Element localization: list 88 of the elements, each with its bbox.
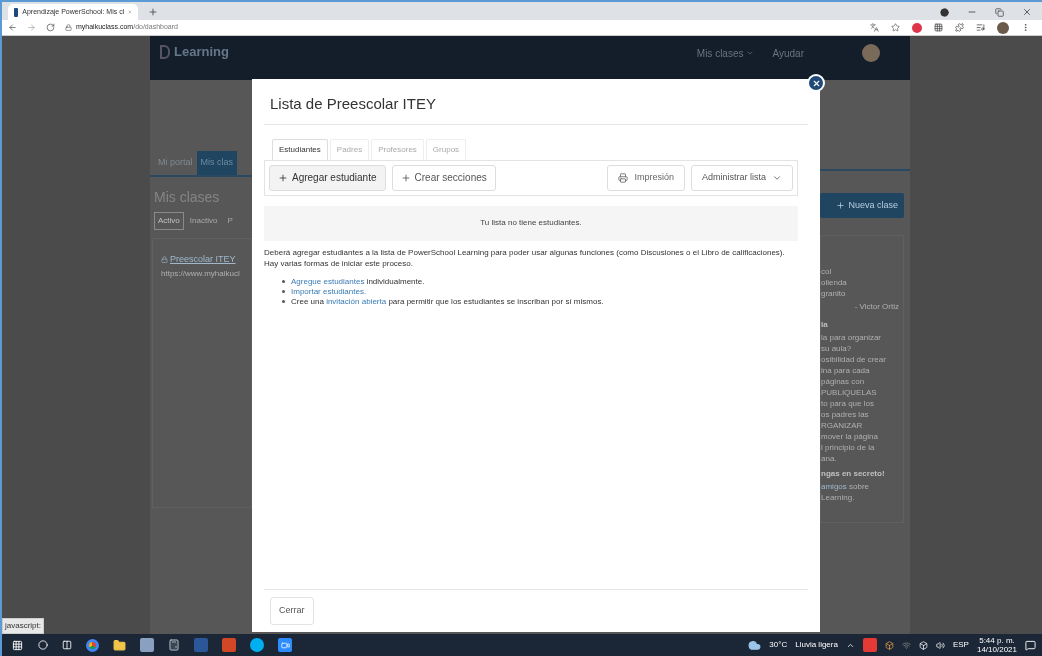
card-text: os padres las: [821, 409, 870, 420]
avatar-icon[interactable]: [997, 21, 1009, 34]
volume-icon[interactable]: [935, 640, 945, 650]
create-sections-button[interactable]: Crear secciones: [391, 164, 496, 191]
cloud-icon[interactable]: [748, 638, 762, 652]
empty-notice: Tu lista no tiene estudiantes.: [264, 205, 798, 241]
card-text: amigos sobre: [821, 481, 871, 492]
card-text: osibilidad de crear: [821, 354, 887, 365]
dialog-tab[interactable]: Grupos: [425, 138, 467, 160]
back-icon[interactable]: [8, 23, 17, 32]
dialog-tab[interactable]: Estudiantes: [272, 138, 328, 160]
status-text: javascript:: [2, 618, 44, 634]
friends-link[interactable]: amigos: [821, 482, 847, 491]
card-text: granito: [821, 288, 847, 299]
plus-icon: [278, 172, 288, 183]
search-icon[interactable]: [38, 640, 48, 650]
page-tab[interactable]: Mis clas: [196, 151, 238, 175]
folder-icon[interactable]: [113, 638, 126, 652]
manage-list-button[interactable]: Administrar lista: [691, 164, 793, 191]
print-button[interactable]: Impresión: [607, 164, 685, 191]
notifications-icon[interactable]: [1025, 639, 1036, 651]
bullet-icon: [282, 300, 285, 303]
card-text: páginas con: [821, 376, 866, 387]
task-view-icon[interactable]: [62, 640, 72, 650]
weather-text[interactable]: Lluvia ligera: [795, 639, 838, 651]
chrome-icon[interactable]: [86, 638, 99, 652]
dialog-title: Lista de Preescolar ITEY: [270, 94, 437, 114]
nav-link[interactable]: Ayudar: [772, 45, 804, 61]
circle-icon[interactable]: [940, 7, 949, 17]
plus-icon: [836, 201, 846, 210]
filter-tab[interactable]: P: [223, 211, 237, 230]
inline-link[interactable]: Importar estudiantes.: [291, 286, 367, 296]
card-text: la para organizar: [821, 332, 883, 343]
translate-icon[interactable]: [870, 23, 879, 32]
card-text: col: [821, 266, 833, 277]
new-tab-icon[interactable]: [148, 7, 158, 17]
temperature-text[interactable]: 30°C: [769, 639, 788, 651]
playlist-icon[interactable]: [976, 23, 985, 32]
card-text: ana.: [821, 453, 838, 464]
inline-link[interactable]: Agregue estudiantes: [291, 276, 365, 286]
puzzle-icon[interactable]: [955, 23, 964, 32]
card-text: ina para cada: [821, 365, 871, 376]
card-heading: ngas en secreto!: [821, 468, 886, 480]
class-url: https://www.myhaikucl: [161, 268, 241, 280]
card-text: to para que los: [821, 398, 875, 409]
site-logo[interactable]: Learning: [160, 42, 229, 62]
list-text: individualmente.: [365, 276, 425, 286]
lock-icon: [65, 24, 72, 31]
language-indicator[interactable]: ESP: [952, 639, 969, 651]
card-text: RGANIZAR: [821, 420, 864, 431]
inline-link[interactable]: invitación abierta: [326, 296, 387, 306]
extension-icon[interactable]: [912, 22, 922, 33]
clock[interactable]: 5:44 p. m. 14/10/2021: [976, 636, 1017, 654]
favicon-icon: [14, 7, 19, 17]
filter-tab[interactable]: Inactivo: [185, 211, 222, 230]
tray-icon[interactable]: [884, 640, 894, 650]
close-button[interactable]: Cerrar: [270, 597, 314, 625]
restore-icon[interactable]: [995, 7, 1004, 17]
card-text: mover la página: [821, 431, 879, 442]
plus-icon: [400, 172, 411, 183]
new-class-button[interactable]: Nueva clase: [820, 193, 904, 218]
card-heading: la: [821, 319, 829, 331]
card-text: PUBLIQUELAS: [821, 387, 878, 398]
star-icon[interactable]: [891, 23, 900, 32]
class-link[interactable]: Preescolar ITEY: [161, 252, 251, 266]
menu-icon[interactable]: [1021, 23, 1030, 32]
avatar-icon[interactable]: [862, 44, 880, 62]
card-text: Learning.: [821, 492, 856, 503]
tray-icon[interactable]: [862, 638, 877, 652]
instructions-text: Deberá agregar estudiantes a la lista de PowerSchool Learning para poder usar algunas funciones (como Discusiones o el Libro de calificaciones). Hay varias formas de iniciar este proceso.: [264, 246, 786, 269]
printer-icon: [618, 172, 629, 183]
quote-author: - Victor Ortiz: [854, 301, 899, 313]
network-icon[interactable]: [901, 640, 911, 650]
filter-tab[interactable]: Activo: [154, 211, 184, 230]
grid-icon[interactable]: [934, 23, 943, 32]
list-text: para permitir que los estudiantes se inscriban por sí mismos.: [387, 296, 604, 306]
card-text: su aula?: [821, 343, 853, 354]
reload-icon[interactable]: [46, 23, 55, 32]
video-icon[interactable]: [278, 638, 292, 652]
chevron-down-icon: [746, 49, 755, 57]
add-student-button[interactable]: Agregar estudiante: [269, 164, 386, 191]
bullet-icon: [282, 280, 285, 283]
nav-link[interactable]: Mis clases: [696, 45, 755, 61]
list-text: Cree una: [291, 296, 325, 306]
lock-icon: [161, 255, 168, 263]
bullet-icon: [282, 290, 285, 293]
calculator-icon[interactable]: [168, 639, 180, 651]
card-text: olienda: [821, 277, 848, 288]
